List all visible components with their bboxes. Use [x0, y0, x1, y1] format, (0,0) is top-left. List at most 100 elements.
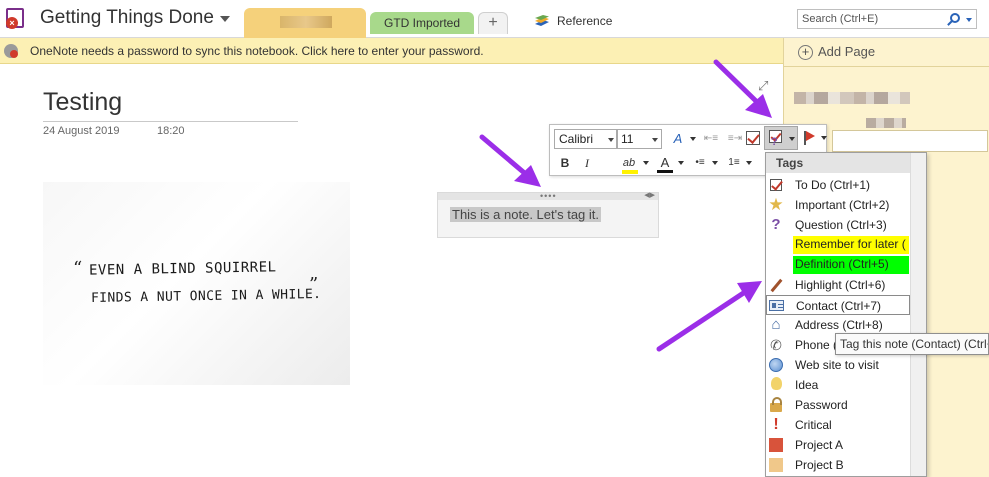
notebook-icon[interactable]: × [6, 8, 24, 29]
move-handle-icon[interactable]: •••• [540, 191, 557, 201]
search-box[interactable]: Search (Ctrl+E) [797, 9, 977, 29]
plus-circle-icon: + [798, 45, 813, 60]
image-text-line-1: EVEN A BLIND SQUIRREL [88, 259, 277, 279]
tag-item-project-a[interactable]: Project A [766, 435, 910, 455]
tag-item-contact[interactable]: Contact (Ctrl+7) [766, 295, 910, 315]
tag-item-password[interactable]: Password [766, 395, 910, 415]
current-page-entry[interactable] [832, 130, 988, 152]
tags-scrollbar[interactable] [910, 153, 926, 476]
reference-section-link[interactable]: Reference [557, 14, 612, 28]
expand-page-icon[interactable]: ⤢ [758, 79, 770, 92]
add-section-button[interactable]: + [478, 12, 508, 34]
tags-menu-header: Tags [766, 153, 910, 173]
italic-button[interactable]: I [580, 153, 594, 173]
star-icon: ★ [768, 195, 784, 214]
chevron-down-icon[interactable] [789, 137, 795, 141]
bullet-list-icon[interactable]: •≡ [690, 153, 710, 173]
sync-warning-icon [4, 44, 18, 58]
tag-item-remember-for-later[interactable]: Remember for later ( [766, 235, 910, 255]
font-name-value: Calibri [559, 132, 594, 146]
page-title[interactable]: Testing [43, 88, 122, 117]
chevron-down-icon[interactable] [652, 138, 658, 142]
notebook-dropdown-chevron-icon[interactable] [220, 16, 230, 22]
tag-item-critical[interactable]: ! Critical [766, 415, 910, 435]
tag-question-icon: ? [771, 136, 778, 148]
tag-item-label: Phone ( [795, 338, 838, 352]
note-container[interactable]: •••• ◀▶ This is a note. Let's tag it. [437, 191, 659, 238]
font-size-value: 11 [621, 132, 634, 146]
section-tab-active[interactable] [244, 8, 366, 38]
search-icon[interactable] [950, 13, 960, 23]
pane-divider [784, 66, 989, 67]
image-text-line-2: FINDS A NUT ONCE IN A WHILE. [90, 286, 322, 307]
note-drag-handle[interactable]: •••• ◀▶ [438, 191, 658, 201]
exclamation-icon: ! [773, 416, 779, 433]
tag-item-label: Project B [795, 458, 844, 472]
styles-chevron-icon[interactable] [690, 137, 696, 141]
resize-handle-icon[interactable]: ◀▶ [644, 191, 655, 199]
font-color-chevron-icon[interactable] [678, 161, 684, 165]
tag-item-label: Project A [795, 438, 844, 452]
tag-item-label: Highlight (Ctrl+6) [795, 278, 886, 292]
tag-item-highlight[interactable]: Highlight (Ctrl+6) [766, 275, 910, 295]
tag-item-label: Important (Ctrl+2) [795, 198, 890, 212]
add-page-button[interactable]: + Add Page [798, 44, 875, 60]
page-time: 18:20 [157, 125, 185, 137]
flag-chevron-icon[interactable] [821, 136, 827, 140]
password-notification-bar[interactable]: OneNote needs a password to sync this no… [0, 38, 783, 64]
search-input[interactable]: Search (Ctrl+E) [802, 13, 878, 25]
title-bar: × Getting Things Done GTD Imported + Ref… [0, 0, 989, 38]
tags-dropdown-menu: Tags To Do (Ctrl+1) ★ Important (Ctrl+2)… [765, 152, 927, 477]
sync-error-icon: × [6, 17, 18, 29]
chevron-down-icon[interactable] [608, 138, 614, 142]
increase-indent-icon[interactable]: ≡⇥ [726, 129, 744, 149]
blurred-page-entry-2[interactable] [866, 118, 906, 128]
orange-square-icon [769, 458, 783, 472]
bold-button[interactable]: B [558, 153, 572, 173]
tag-item-important[interactable]: ★ Important (Ctrl+2) [766, 195, 910, 215]
numbering-chevron-icon[interactable] [746, 161, 752, 165]
todo-tag-button[interactable] [746, 131, 760, 145]
section-tab-gtd-imported[interactable]: GTD Imported [370, 12, 474, 34]
tag-tooltip: Tag this note (Contact) (Ctrl+7) [835, 333, 989, 355]
tag-item-label: Critical [795, 418, 832, 432]
notification-text[interactable]: OneNote needs a password to sync this no… [30, 44, 484, 58]
blurred-section-name [280, 16, 332, 28]
highlight-chevron-icon[interactable] [643, 161, 649, 165]
tag-item-address[interactable]: ⌂ Address (Ctrl+8) [766, 315, 910, 335]
house-icon: ⌂ [771, 316, 781, 333]
outlook-task-flag-icon[interactable] [804, 131, 816, 145]
reference-notebook-icon[interactable] [534, 15, 550, 27]
font-size-select[interactable]: 11 [616, 129, 662, 149]
tag-item-to-do[interactable]: To Do (Ctrl+1) [766, 175, 910, 195]
lock-icon [770, 397, 782, 412]
tag-item-label: Remember for later ( [793, 236, 909, 254]
tag-item-web-site[interactable]: Web site to visit [766, 355, 910, 375]
globe-icon [769, 358, 783, 372]
decrease-indent-icon[interactable]: ⇤≡ [702, 129, 720, 149]
phone-icon: ✆ [770, 337, 782, 353]
blurred-page-entry[interactable] [794, 92, 910, 104]
tag-item-project-b[interactable]: Project B [766, 455, 910, 475]
tag-item-label: Idea [795, 378, 819, 392]
flag-cloth [806, 131, 815, 141]
checkbox-icon [770, 179, 782, 191]
quote-image[interactable]: “ EVEN A BLIND SQUIRREL FINDS A NUT ONCE… [43, 182, 350, 385]
numbered-list-icon[interactable]: 1≡ [724, 153, 744, 173]
bullets-chevron-icon[interactable] [712, 161, 718, 165]
notebook-title[interactable]: Getting Things Done [40, 7, 214, 29]
font-name-select[interactable]: Calibri [554, 129, 618, 149]
title-underline [43, 121, 298, 122]
tag-item-idea[interactable]: Idea [766, 375, 910, 395]
tag-item-question[interactable]: ? Question (Ctrl+3) [766, 215, 910, 235]
tag-item-label: To Do (Ctrl+1) [795, 178, 871, 192]
tag-item-definition[interactable]: Definition (Ctrl+5) [766, 255, 910, 275]
search-scope-chevron-icon[interactable] [966, 18, 972, 22]
note-text[interactable]: This is a note. Let's tag it. [450, 207, 601, 222]
highlight-color-swatch [622, 170, 638, 174]
add-page-label: Add Page [818, 44, 876, 59]
lightbulb-icon [771, 377, 782, 390]
tag-item-label: Definition (Ctrl+5) [793, 256, 909, 274]
tag-dropdown-button[interactable]: ? [764, 126, 798, 150]
styles-button[interactable]: A [668, 129, 688, 149]
